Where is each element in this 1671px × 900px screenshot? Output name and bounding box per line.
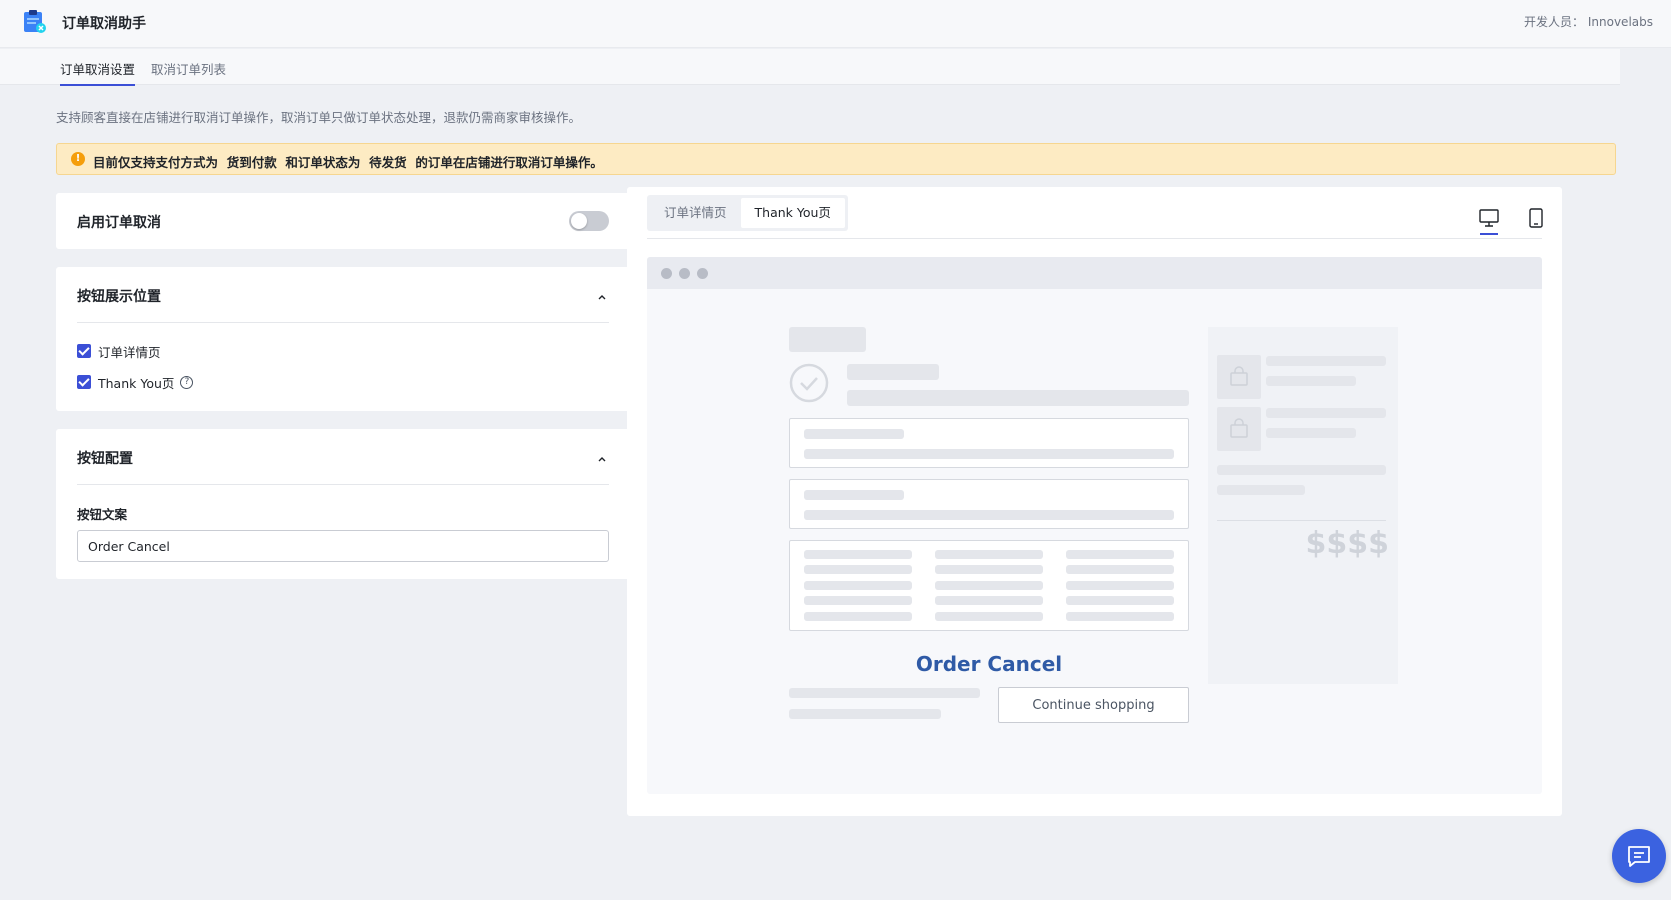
app-title: 订单取消助手 (62, 16, 146, 32)
window-dot (679, 268, 690, 279)
product-placeholder-icon (1230, 366, 1248, 386)
button-text-label: 按钮文案 (77, 507, 128, 522)
option-order-detail: 订单详情页 (77, 342, 161, 360)
enable-cancel-toggle[interactable] (569, 211, 609, 231)
skeleton-line (789, 688, 980, 698)
skeleton-line (1217, 485, 1305, 495)
chevron-up-icon[interactable] (596, 291, 608, 303)
skeleton-cell (1066, 565, 1174, 574)
order-summary-skeleton: $$$$ (1208, 327, 1398, 684)
main-tabs: 订单取消设置 取消订单列表 (0, 49, 1620, 86)
top-bar: 订单取消助手 开发人员： Innovelabs (0, 0, 1671, 48)
thank-you-checkbox[interactable] (77, 375, 91, 389)
skeleton-cell (935, 550, 1043, 559)
developer-info: 开发人员： Innovelabs (1524, 15, 1653, 29)
product-thumbnail (1217, 407, 1261, 451)
button-position-title: 按钮展示位置 (77, 289, 161, 305)
tab-cancelled-orders[interactable]: 取消订单列表 (151, 59, 226, 84)
skeleton-line (1266, 428, 1356, 438)
product-thumbnail (1217, 355, 1261, 399)
tablet-icon[interactable] (1525, 207, 1547, 229)
skeleton-line (1266, 356, 1386, 366)
toggle-knob (571, 213, 587, 229)
preview-panel: 订单详情页 Thank You页 Order Cancel Continue s… (627, 187, 1562, 816)
order-detail-label: 订单详情页 (98, 344, 161, 360)
skeleton-cell (1066, 581, 1174, 590)
button-position-card: 按钮展示位置 订单详情页 Thank You页 ? (56, 267, 630, 411)
preview-page-switcher: 订单详情页 Thank You页 (647, 195, 848, 231)
skeleton-line (804, 429, 904, 439)
warning-icon: ! (71, 152, 85, 166)
skeleton-cell (804, 596, 912, 605)
window-dot (661, 268, 672, 279)
skeleton-line (847, 364, 939, 380)
notice-text: 目前仅支持支付方式为 货到付款 和订单状态为 待发货 的订单在店铺进行取消订单操… (93, 155, 603, 170)
chevron-up-icon[interactable] (596, 453, 608, 465)
preview-tab-order-detail[interactable]: 订单详情页 (650, 198, 741, 228)
window-dot (697, 268, 708, 279)
preview-tab-thank-you[interactable]: Thank You页 (740, 198, 845, 228)
skeleton-cell (935, 596, 1043, 605)
chat-icon (1628, 846, 1650, 867)
skeleton-line (847, 390, 1189, 406)
skeleton-line (789, 709, 941, 719)
button-config-title: 按钮配置 (77, 451, 133, 467)
price-placeholder: $$$$ (1305, 526, 1390, 561)
skeleton-cell (804, 565, 912, 574)
button-text-input[interactable] (77, 530, 609, 562)
skeleton-box (789, 418, 1189, 468)
skeleton-cell (1066, 612, 1174, 621)
order-detail-checkbox[interactable] (77, 344, 91, 358)
divider (77, 484, 609, 485)
skeleton-cell (804, 550, 912, 559)
page-description: 支持顾客直接在店铺进行取消订单操作，取消订单只做订单状态处理，退款仍需商家审核操… (56, 110, 582, 125)
product-placeholder-icon (1230, 418, 1248, 438)
skeleton-block (789, 327, 866, 352)
skeleton-line (1266, 376, 1356, 386)
skeleton-cell (935, 612, 1043, 621)
skeleton-line (804, 490, 904, 500)
enable-cancel-title: 启用订单取消 (77, 215, 161, 231)
skeleton-table (789, 540, 1189, 631)
continue-shopping-button[interactable]: Continue shopping (998, 687, 1189, 723)
chat-button[interactable] (1612, 829, 1666, 883)
skeleton-line (1266, 408, 1386, 418)
desktop-icon[interactable] (1478, 207, 1500, 229)
notice-banner: ! 目前仅支持支付方式为 货到付款 和订单状态为 待发货 的订单在店铺进行取消订… (56, 143, 1616, 175)
divider (647, 238, 1542, 239)
help-icon[interactable]: ? (180, 375, 194, 389)
divider (77, 322, 609, 323)
skeleton-cell (1066, 550, 1174, 559)
button-config-card: 按钮配置 按钮文案 (56, 429, 630, 579)
skeleton-cell (935, 581, 1043, 590)
skeleton-line (804, 510, 1174, 520)
skeleton-cell (804, 581, 912, 590)
enable-cancel-card: 启用订单取消 (56, 193, 630, 249)
skeleton-cell (1066, 596, 1174, 605)
skeleton-cell (804, 612, 912, 621)
browser-mockup: Order Cancel Continue shopping $$$$ (647, 257, 1542, 794)
browser-bar (647, 257, 1542, 289)
tab-cancel-settings[interactable]: 订单取消设置 (60, 59, 136, 86)
skeleton-cell (935, 565, 1043, 574)
option-thank-you: Thank You页 ? (77, 373, 194, 391)
skeleton-box (789, 479, 1189, 529)
divider (1217, 520, 1386, 521)
active-device-indicator (1480, 233, 1498, 235)
thank-you-label: Thank You页 (98, 375, 175, 391)
order-cancel-preview-button[interactable]: Order Cancel (789, 652, 1189, 676)
clipboard-cancel-icon (22, 8, 48, 34)
skeleton-line (804, 449, 1174, 459)
skeleton-line (1217, 465, 1386, 475)
check-circle-icon (789, 363, 829, 403)
